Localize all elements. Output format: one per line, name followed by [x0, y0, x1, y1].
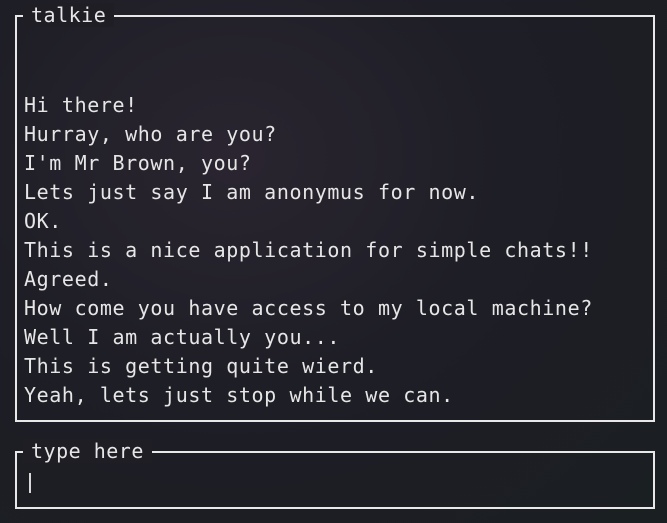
chat-message: Well I am actually you...: [24, 325, 341, 349]
message-input[interactable]: [25, 471, 625, 497]
chat-message: Agreed.: [24, 267, 113, 291]
chat-message: OK.: [24, 209, 62, 233]
chat-panel-title: talkie: [23, 3, 115, 27]
panel-corner-tick: [15, 451, 17, 459]
chat-message: This is a nice application for simple ch…: [24, 238, 593, 262]
input-panel-title: type here: [23, 439, 152, 463]
chat-message: Hurray, who are you?: [24, 122, 277, 146]
chat-message: Yeah, lets just stop while we can.: [24, 383, 454, 407]
chat-message: This is getting quite wierd.: [24, 354, 378, 378]
chat-message: Hi there!: [24, 93, 138, 117]
message-input-panel[interactable]: type here: [15, 439, 655, 509]
panel-corner-tick: [15, 15, 17, 23]
message-list: Hi there! Hurray, who are you? I'm Mr Br…: [24, 91, 593, 410]
text-cursor: [29, 473, 31, 493]
chat-log-panel: talkie Hi there! Hurray, who are you? I'…: [15, 3, 655, 422]
chat-message: Lets just say I am anonymus for now.: [24, 180, 480, 204]
chat-message: I'm Mr Brown, you?: [24, 151, 252, 175]
chat-message: How come you have access to my local mac…: [24, 296, 593, 320]
